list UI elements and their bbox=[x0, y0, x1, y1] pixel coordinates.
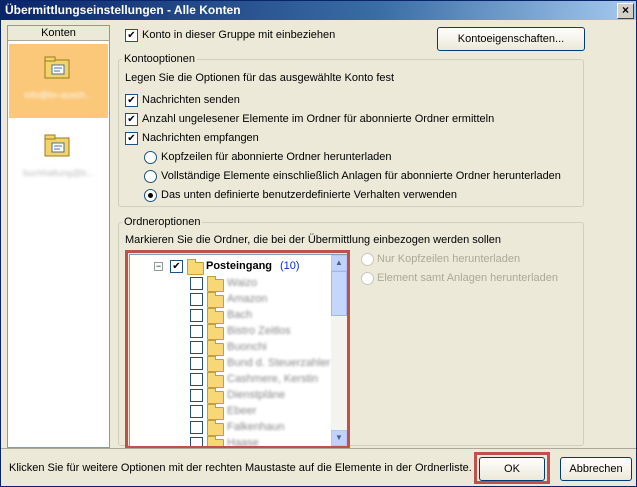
sidebar-header: Konten bbox=[8, 26, 109, 41]
full-items-label: Vollständige Elemente einschließlich Anl… bbox=[161, 170, 561, 182]
headers-only-folder-label: Nur Kopfzeilen herunterladen bbox=[377, 253, 521, 265]
window-title: Übermittlungseinstellungen - Alle Konten bbox=[5, 3, 241, 17]
include-account-checkbox[interactable] bbox=[125, 29, 138, 42]
account-name: buchhaltung@b... bbox=[23, 168, 94, 178]
send-messages-checkbox[interactable] bbox=[125, 94, 138, 107]
account-options-description: Legen Sie die Optionen für das ausgewähl… bbox=[125, 72, 395, 84]
account-properties-button[interactable]: Kontoeigenschaften... bbox=[437, 27, 585, 51]
custom-behavior-label: Das unten definierte benutzerdefinierte … bbox=[161, 189, 457, 201]
status-text: Klicken Sie für weitere Optionen mit der… bbox=[9, 462, 472, 474]
full-items-radio[interactable] bbox=[144, 170, 157, 183]
unread-count-checkbox[interactable] bbox=[125, 113, 138, 126]
account-item-1[interactable]: info@bn-ausch... bbox=[9, 44, 108, 118]
account-item-2[interactable]: buchhaltung@b... bbox=[9, 122, 108, 196]
cancel-button[interactable]: Abbrechen bbox=[560, 457, 632, 481]
title-bar[interactable]: Übermittlungseinstellungen - Alle Konten… bbox=[1, 1, 636, 20]
receive-messages-label: Nachrichten empfangen bbox=[142, 132, 259, 144]
with-attachments-folder-label: Element samt Anlagen herunterladen bbox=[377, 272, 559, 284]
tree-highlight-box bbox=[125, 250, 350, 449]
with-attachments-folder-radio[interactable] bbox=[361, 272, 374, 285]
include-account-label: Konto in dieser Gruppe mit einbeziehen bbox=[142, 29, 336, 41]
account-sync-icon bbox=[44, 134, 70, 157]
receive-messages-checkbox[interactable] bbox=[125, 132, 138, 145]
custom-behavior-radio[interactable] bbox=[144, 189, 157, 202]
account-name: info@bn-ausch... bbox=[24, 90, 93, 100]
unread-count-label: Anzahl ungelesener Elemente im Ordner fü… bbox=[142, 113, 495, 125]
footer-divider bbox=[1, 448, 636, 449]
dialog-window: Übermittlungseinstellungen - Alle Konten… bbox=[0, 0, 637, 487]
headers-only-radio[interactable] bbox=[144, 151, 157, 164]
folder-options-title: Ordneroptionen bbox=[122, 216, 203, 228]
account-sync-icon bbox=[44, 56, 70, 79]
folder-options-description: Markieren Sie die Ordner, die bei der Üb… bbox=[125, 234, 502, 246]
ok-highlight-box bbox=[474, 452, 550, 484]
accounts-sidebar: Konten info@bn-ausch... buchhaltung@b... bbox=[7, 25, 110, 448]
headers-only-folder-radio[interactable] bbox=[361, 253, 374, 266]
dialog-client: Konten info@bn-ausch... buchhaltung@b...… bbox=[1, 21, 636, 486]
close-button[interactable]: × bbox=[617, 3, 634, 19]
headers-only-label: Kopfzeilen für abonnierte Ordner herunte… bbox=[161, 151, 392, 163]
account-options-title: Kontooptionen bbox=[122, 53, 197, 65]
send-messages-label: Nachrichten senden bbox=[142, 94, 240, 106]
